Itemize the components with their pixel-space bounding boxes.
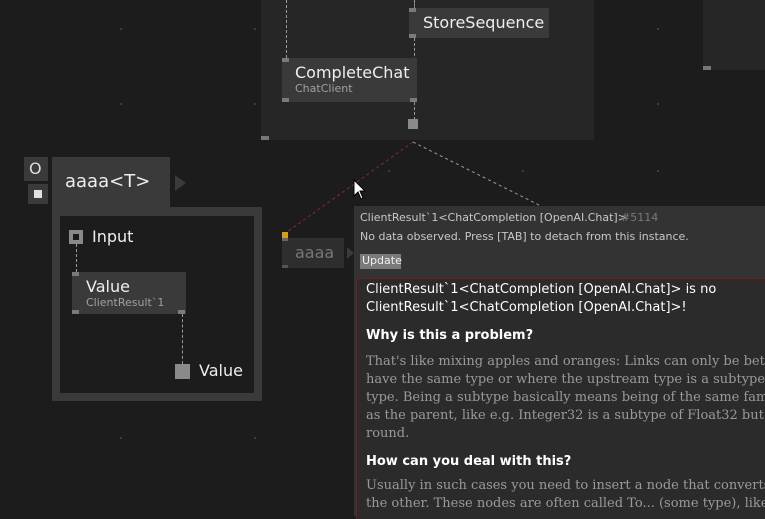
operation-pin-icon <box>34 190 42 198</box>
aaaa-expand-icon[interactable] <box>347 247 354 259</box>
operation-badge-label: O <box>29 159 42 178</box>
error-line-1: ClientResult`1<ChatCompletion [OpenAI.Ch… <box>366 282 717 297</box>
why-line-1: That's like mixing apples and oranges: L… <box>366 354 765 369</box>
value-output-pin-left[interactable] <box>72 310 79 314</box>
aaaa-left-pin[interactable] <box>282 238 288 241</box>
update-button[interactable]: Update <box>360 254 402 269</box>
value-subtitle: ClientResult`1 <box>86 296 165 309</box>
link-region-to-tooltip <box>412 141 546 209</box>
operation-pin-square[interactable] <box>28 184 48 204</box>
type-error-tooltip[interactable]: ClientResult`1<ChatCompletion [OpenAI.Ch… <box>354 206 765 519</box>
tooltip-header-id: #5114 <box>621 211 659 224</box>
value-input-pin[interactable] <box>72 272 79 276</box>
link-input-to-value[interactable] <box>76 244 77 272</box>
output-pin[interactable] <box>175 364 190 379</box>
why-line-4: as the parent, like e.g. Integer32 is a … <box>366 408 765 423</box>
aaaa-title: aaaa <box>295 243 335 262</box>
error-line-2: ClientResult`1<ChatCompletion [OpenAI.Ch… <box>366 300 687 315</box>
value-title: Value <box>86 277 130 296</box>
operation-title: aaaa<T> <box>65 171 151 192</box>
aaaa-node[interactable]: aaaa <box>282 232 344 268</box>
tooltip-status: No data observed. Press [TAB] to detach … <box>360 230 689 243</box>
update-button-label: Update <box>362 254 402 267</box>
why-line-5: round. <box>366 426 410 441</box>
why-heading: Why is this a problem? <box>366 328 534 343</box>
why-line-3: type. Being a subtype basically means be… <box>366 390 765 405</box>
mouse-cursor-icon <box>353 179 367 200</box>
operation-expand-icon[interactable] <box>175 175 186 191</box>
output-label: Value <box>199 361 243 380</box>
how-line-1: Usually in such cases you need to insert… <box>366 478 765 493</box>
input-pin[interactable] <box>69 230 83 244</box>
error-message-panel: ClientResult`1<ChatCompletion [OpenAI.Ch… <box>356 278 765 519</box>
input-label: Input <box>92 227 134 246</box>
how-heading: How can you deal with this? <box>366 454 572 469</box>
why-line-2: have the same type or where the upstream… <box>366 372 765 387</box>
tooltip-header-type: ClientResult`1<ChatCompletion [OpenAI.Ch… <box>360 211 627 224</box>
aaaa-output-pin[interactable] <box>282 265 288 268</box>
value-node[interactable]: Value ClientResult`1 <box>72 272 186 314</box>
input-pin-dot <box>73 234 79 240</box>
operation-header[interactable]: aaaa<T> <box>52 157 170 207</box>
operation-badge[interactable]: O <box>24 157 48 181</box>
link-value-to-output[interactable] <box>182 314 183 364</box>
